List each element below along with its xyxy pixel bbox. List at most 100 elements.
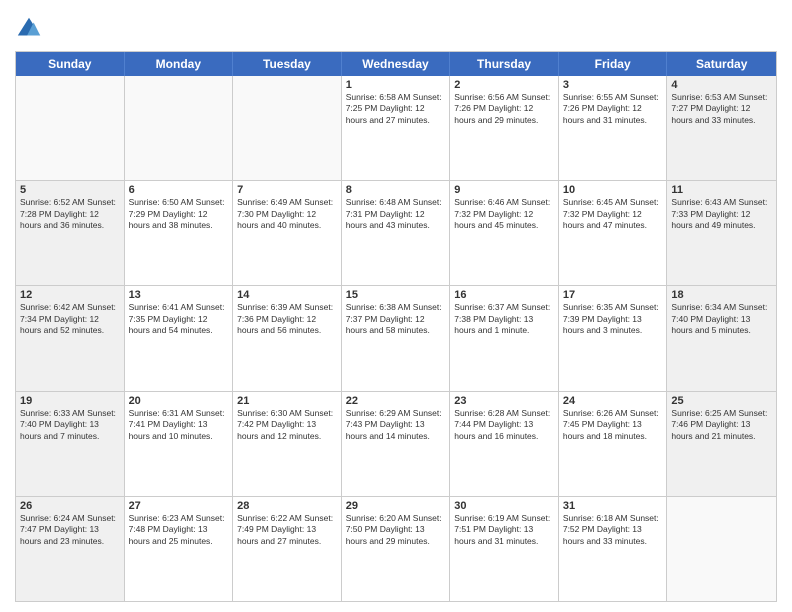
calendar-cell (233, 76, 342, 180)
calendar-cell: 14Sunrise: 6:39 AM Sunset: 7:36 PM Dayli… (233, 286, 342, 390)
cell-info: Sunrise: 6:37 AM Sunset: 7:38 PM Dayligh… (454, 302, 554, 336)
cell-info: Sunrise: 6:23 AM Sunset: 7:48 PM Dayligh… (129, 513, 229, 547)
day-number: 10 (563, 184, 663, 196)
cell-info: Sunrise: 6:34 AM Sunset: 7:40 PM Dayligh… (671, 302, 772, 336)
day-number: 28 (237, 500, 337, 512)
cell-info: Sunrise: 6:43 AM Sunset: 7:33 PM Dayligh… (671, 197, 772, 231)
cell-info: Sunrise: 6:49 AM Sunset: 7:30 PM Dayligh… (237, 197, 337, 231)
cell-info: Sunrise: 6:38 AM Sunset: 7:37 PM Dayligh… (346, 302, 446, 336)
calendar-cell (16, 76, 125, 180)
calendar-row: 12Sunrise: 6:42 AM Sunset: 7:34 PM Dayli… (16, 285, 776, 390)
calendar-cell: 29Sunrise: 6:20 AM Sunset: 7:50 PM Dayli… (342, 497, 451, 601)
cell-info: Sunrise: 6:55 AM Sunset: 7:26 PM Dayligh… (563, 92, 663, 126)
calendar-cell: 17Sunrise: 6:35 AM Sunset: 7:39 PM Dayli… (559, 286, 668, 390)
day-number: 5 (20, 184, 120, 196)
calendar-cell: 28Sunrise: 6:22 AM Sunset: 7:49 PM Dayli… (233, 497, 342, 601)
logo-icon (15, 15, 43, 43)
cell-info: Sunrise: 6:24 AM Sunset: 7:47 PM Dayligh… (20, 513, 120, 547)
cell-info: Sunrise: 6:19 AM Sunset: 7:51 PM Dayligh… (454, 513, 554, 547)
day-number: 1 (346, 79, 446, 91)
calendar-cell: 20Sunrise: 6:31 AM Sunset: 7:41 PM Dayli… (125, 392, 234, 496)
calendar-cell: 5Sunrise: 6:52 AM Sunset: 7:28 PM Daylig… (16, 181, 125, 285)
calendar-cell (667, 497, 776, 601)
calendar-cell: 4Sunrise: 6:53 AM Sunset: 7:27 PM Daylig… (667, 76, 776, 180)
cell-info: Sunrise: 6:18 AM Sunset: 7:52 PM Dayligh… (563, 513, 663, 547)
calendar-cell: 18Sunrise: 6:34 AM Sunset: 7:40 PM Dayli… (667, 286, 776, 390)
cell-info: Sunrise: 6:31 AM Sunset: 7:41 PM Dayligh… (129, 408, 229, 442)
cell-info: Sunrise: 6:46 AM Sunset: 7:32 PM Dayligh… (454, 197, 554, 231)
calendar-cell: 12Sunrise: 6:42 AM Sunset: 7:34 PM Dayli… (16, 286, 125, 390)
day-number: 2 (454, 79, 554, 91)
cell-info: Sunrise: 6:53 AM Sunset: 7:27 PM Dayligh… (671, 92, 772, 126)
calendar-row: 26Sunrise: 6:24 AM Sunset: 7:47 PM Dayli… (16, 496, 776, 601)
day-number: 26 (20, 500, 120, 512)
calendar-cell: 9Sunrise: 6:46 AM Sunset: 7:32 PM Daylig… (450, 181, 559, 285)
cell-info: Sunrise: 6:33 AM Sunset: 7:40 PM Dayligh… (20, 408, 120, 442)
cell-info: Sunrise: 6:42 AM Sunset: 7:34 PM Dayligh… (20, 302, 120, 336)
day-number: 11 (671, 184, 772, 196)
cell-info: Sunrise: 6:45 AM Sunset: 7:32 PM Dayligh… (563, 197, 663, 231)
day-number: 15 (346, 289, 446, 301)
page: SundayMondayTuesdayWednesdayThursdayFrid… (0, 0, 792, 612)
calendar-cell: 1Sunrise: 6:58 AM Sunset: 7:25 PM Daylig… (342, 76, 451, 180)
calendar-cell: 26Sunrise: 6:24 AM Sunset: 7:47 PM Dayli… (16, 497, 125, 601)
cell-info: Sunrise: 6:30 AM Sunset: 7:42 PM Dayligh… (237, 408, 337, 442)
day-number: 18 (671, 289, 772, 301)
calendar-cell: 27Sunrise: 6:23 AM Sunset: 7:48 PM Dayli… (125, 497, 234, 601)
day-number: 25 (671, 395, 772, 407)
calendar-cell: 11Sunrise: 6:43 AM Sunset: 7:33 PM Dayli… (667, 181, 776, 285)
cell-info: Sunrise: 6:26 AM Sunset: 7:45 PM Dayligh… (563, 408, 663, 442)
calendar-cell: 7Sunrise: 6:49 AM Sunset: 7:30 PM Daylig… (233, 181, 342, 285)
calendar-cell: 8Sunrise: 6:48 AM Sunset: 7:31 PM Daylig… (342, 181, 451, 285)
day-number: 13 (129, 289, 229, 301)
calendar-row: 5Sunrise: 6:52 AM Sunset: 7:28 PM Daylig… (16, 180, 776, 285)
day-number: 27 (129, 500, 229, 512)
cell-info: Sunrise: 6:28 AM Sunset: 7:44 PM Dayligh… (454, 408, 554, 442)
day-number: 22 (346, 395, 446, 407)
calendar-cell: 24Sunrise: 6:26 AM Sunset: 7:45 PM Dayli… (559, 392, 668, 496)
day-number: 17 (563, 289, 663, 301)
weekday-header-friday: Friday (559, 52, 668, 76)
day-number: 24 (563, 395, 663, 407)
day-number: 30 (454, 500, 554, 512)
calendar-cell: 23Sunrise: 6:28 AM Sunset: 7:44 PM Dayli… (450, 392, 559, 496)
calendar-body: 1Sunrise: 6:58 AM Sunset: 7:25 PM Daylig… (16, 76, 776, 601)
calendar-header: SundayMondayTuesdayWednesdayThursdayFrid… (16, 52, 776, 76)
cell-info: Sunrise: 6:39 AM Sunset: 7:36 PM Dayligh… (237, 302, 337, 336)
weekday-header-sunday: Sunday (16, 52, 125, 76)
cell-info: Sunrise: 6:29 AM Sunset: 7:43 PM Dayligh… (346, 408, 446, 442)
day-number: 6 (129, 184, 229, 196)
calendar-cell: 21Sunrise: 6:30 AM Sunset: 7:42 PM Dayli… (233, 392, 342, 496)
logo (15, 15, 47, 43)
cell-info: Sunrise: 6:58 AM Sunset: 7:25 PM Dayligh… (346, 92, 446, 126)
weekday-header-monday: Monday (125, 52, 234, 76)
day-number: 19 (20, 395, 120, 407)
header (15, 10, 777, 43)
calendar-row: 1Sunrise: 6:58 AM Sunset: 7:25 PM Daylig… (16, 76, 776, 180)
cell-info: Sunrise: 6:41 AM Sunset: 7:35 PM Dayligh… (129, 302, 229, 336)
weekday-header-tuesday: Tuesday (233, 52, 342, 76)
calendar-cell: 2Sunrise: 6:56 AM Sunset: 7:26 PM Daylig… (450, 76, 559, 180)
calendar-cell: 22Sunrise: 6:29 AM Sunset: 7:43 PM Dayli… (342, 392, 451, 496)
calendar-cell: 19Sunrise: 6:33 AM Sunset: 7:40 PM Dayli… (16, 392, 125, 496)
calendar-cell: 15Sunrise: 6:38 AM Sunset: 7:37 PM Dayli… (342, 286, 451, 390)
weekday-header-wednesday: Wednesday (342, 52, 451, 76)
cell-info: Sunrise: 6:52 AM Sunset: 7:28 PM Dayligh… (20, 197, 120, 231)
weekday-header-thursday: Thursday (450, 52, 559, 76)
calendar-cell: 16Sunrise: 6:37 AM Sunset: 7:38 PM Dayli… (450, 286, 559, 390)
calendar-cell: 30Sunrise: 6:19 AM Sunset: 7:51 PM Dayli… (450, 497, 559, 601)
cell-info: Sunrise: 6:22 AM Sunset: 7:49 PM Dayligh… (237, 513, 337, 547)
day-number: 4 (671, 79, 772, 91)
calendar-cell (125, 76, 234, 180)
day-number: 21 (237, 395, 337, 407)
day-number: 23 (454, 395, 554, 407)
day-number: 14 (237, 289, 337, 301)
cell-info: Sunrise: 6:25 AM Sunset: 7:46 PM Dayligh… (671, 408, 772, 442)
weekday-header-saturday: Saturday (667, 52, 776, 76)
day-number: 16 (454, 289, 554, 301)
calendar-cell: 3Sunrise: 6:55 AM Sunset: 7:26 PM Daylig… (559, 76, 668, 180)
cell-info: Sunrise: 6:20 AM Sunset: 7:50 PM Dayligh… (346, 513, 446, 547)
day-number: 8 (346, 184, 446, 196)
day-number: 12 (20, 289, 120, 301)
day-number: 9 (454, 184, 554, 196)
